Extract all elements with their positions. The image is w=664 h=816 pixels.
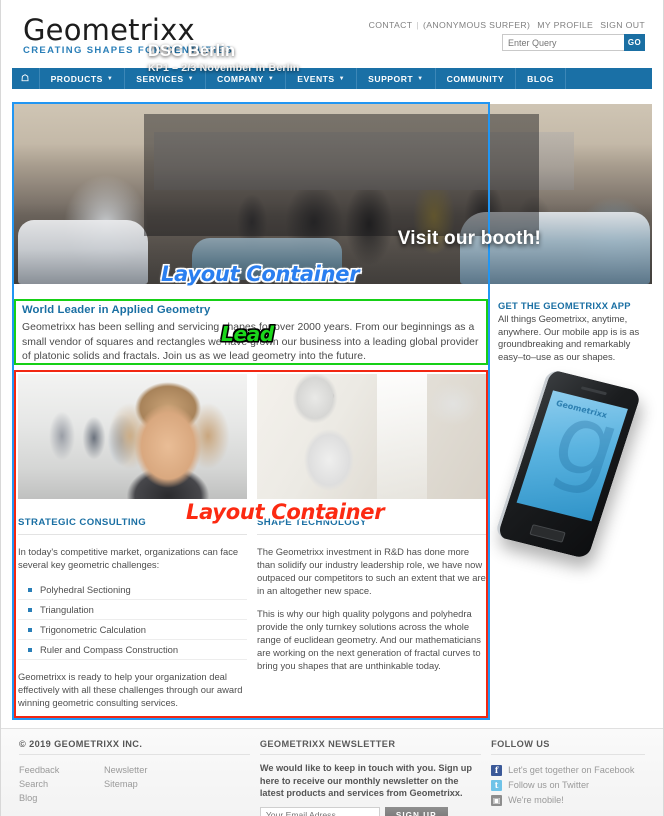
nav-label: EVENTS xyxy=(297,73,335,84)
footer-link-groups: Feedback Search Blog Newsletter Sitemap xyxy=(19,763,250,805)
mobile-icon: ▣ xyxy=(491,795,503,806)
column-strategic-consulting: STRATEGIC CONSULTING In today's competit… xyxy=(18,374,247,709)
nav-item-products[interactable]: PRODUCTS ▼ xyxy=(40,68,126,89)
contact-link[interactable]: CONTACT xyxy=(369,20,413,30)
consulting-photo xyxy=(18,374,247,499)
consulting-photo-image xyxy=(18,374,247,499)
challenges-list: Polyhedral Sectioning Triangulation Trig… xyxy=(18,580,247,660)
list-item-label: Triangulation xyxy=(40,604,94,615)
chevron-down-icon: ▼ xyxy=(187,75,195,82)
hero-title: DSC Berlin xyxy=(148,42,236,60)
list-item-label: Ruler and Compass Construction xyxy=(40,644,179,655)
chevron-down-icon: ▼ xyxy=(417,75,424,82)
nav-label: COMPANY xyxy=(217,73,264,84)
phone-body: g Geometrixx xyxy=(494,368,642,560)
chevron-down-icon: ▼ xyxy=(338,75,346,82)
hero-cta-text: Visit our booth! xyxy=(397,228,541,249)
utility-links: CONTACT | (ANONYMOUS SURFER) MY PROFILE SIGN… xyxy=(369,20,645,30)
footer-column-follow: FOLLOW US f Let's get together on Facebo… xyxy=(491,739,645,816)
nav-spacer xyxy=(1,89,663,102)
list-item-label: Trigonometric Calculation xyxy=(40,624,146,635)
column-outro-text: Geometrixx is ready to help your organiz… xyxy=(18,671,243,708)
nav-label: SUPPORT xyxy=(368,73,414,84)
newsletter-heading: GEOMETRIXX NEWSLETTER xyxy=(259,739,482,755)
home-icon: ☖ xyxy=(21,73,30,83)
social-link-facebook[interactable]: f Let's get together on Facebook xyxy=(491,763,645,778)
column-paragraph-2: This is why our high quality polygons an… xyxy=(257,608,481,671)
social-link-label: We're mobile! xyxy=(508,795,564,805)
facebook-icon: f xyxy=(491,765,503,776)
nav-item-blog[interactable]: BLOG xyxy=(516,68,566,89)
list-item[interactable]: Ruler and Compass Construction xyxy=(18,640,247,660)
footer-link-newsletter[interactable]: Newsletter xyxy=(104,763,189,777)
chevron-down-icon: ▼ xyxy=(106,75,114,82)
footer-links-column-1: Feedback Search Blog xyxy=(19,763,104,805)
my-profile-link[interactable]: MY PROFILE xyxy=(537,20,593,30)
newsletter-email-input[interactable] xyxy=(259,806,380,816)
footer-link-search[interactable]: Search xyxy=(19,777,104,791)
phone-screen: g Geometrixx xyxy=(516,390,628,522)
sign-out-link[interactable]: SIGN OUT xyxy=(600,20,645,30)
carousel-indicator-dot[interactable] xyxy=(317,270,328,281)
nav-label: SERVICES xyxy=(136,73,184,84)
current-user-link[interactable]: (ANONYMOUS SURFER) xyxy=(423,20,530,30)
hero-subtitle: KP1 – 2/3 November in Berlin xyxy=(148,62,300,74)
column-heading: STRATEGIC CONSULTING xyxy=(18,517,247,535)
main-navigation: ☖ PRODUCTS ▼ SERVICES ▼ COMPANY ▼ EVENTS… xyxy=(12,68,652,89)
site-footer: © 2019 GEOMETRIXX INC. Feedback Search B… xyxy=(1,728,663,816)
footer-column-copyright: © 2019 GEOMETRIXX INC. Feedback Search B… xyxy=(19,739,250,816)
footer-link-blog[interactable]: Blog xyxy=(19,791,104,805)
social-links: f Let's get together on Facebook t Follo… xyxy=(491,763,645,808)
column-heading: SHAPE TECHNOLOGY xyxy=(257,517,486,535)
newsletter-signup-button[interactable]: SIGN UP xyxy=(384,806,448,816)
list-item[interactable]: Triangulation xyxy=(18,600,247,620)
phone-home-button xyxy=(529,524,566,543)
two-column-parsys: STRATEGIC CONSULTING In today's competit… xyxy=(18,374,486,709)
social-link-twitter[interactable]: t Follow us on Twitter xyxy=(491,778,645,793)
footer-links-column-2: Newsletter Sitemap xyxy=(104,763,189,805)
list-item[interactable]: Trigonometric Calculation xyxy=(18,620,247,640)
twitter-icon: t xyxy=(491,780,503,791)
footer-copyright: © 2019 GEOMETRIXX INC. xyxy=(19,739,250,755)
lead-component: World Leader in Applied Geometry Geometr… xyxy=(16,301,486,367)
phone-speaker xyxy=(580,386,608,396)
phone-mockup-image: g Geometrixx xyxy=(494,368,646,562)
newsletter-body: We would like to keep in touch with you.… xyxy=(259,763,473,798)
search-go-button[interactable]: GO xyxy=(624,34,645,51)
column-shape-technology: SHAPE TECHNOLOGY The Geometrixx investme… xyxy=(257,374,486,709)
footer-link-sitemap[interactable]: Sitemap xyxy=(104,777,189,791)
column-intro-text: In today's competitive market, organizat… xyxy=(18,546,239,570)
app-promo-body: All things Geometrixx, anytime, anywhere… xyxy=(498,313,640,362)
newsletter-form: SIGN UP xyxy=(259,806,481,816)
follow-heading: FOLLOW US xyxy=(491,739,645,755)
lead-heading: World Leader in Applied Geometry xyxy=(22,304,211,316)
nav-label: COMMUNITY xyxy=(446,73,505,84)
nav-item-home[interactable]: ☖ xyxy=(12,68,40,89)
site-header: Geometrixx CREATING SHAPES FOR CENTURIES… xyxy=(1,0,663,68)
social-link-label: Let's get together on Facebook xyxy=(508,765,635,775)
util-separator: | xyxy=(416,20,420,30)
list-item-label: Polyhedral Sectioning xyxy=(40,584,131,595)
social-link-label: Follow us on Twitter xyxy=(508,780,590,790)
cleanroom-photo xyxy=(257,374,486,499)
sidebar-app-promo: GET THE GEOMETRIXX APP All things Geomet… xyxy=(498,300,656,363)
search-form: GO xyxy=(502,34,645,51)
footer-link-feedback[interactable]: Feedback xyxy=(19,763,104,777)
page-root: Geometrixx CREATING SHAPES FOR CENTURIES… xyxy=(0,0,664,816)
footer-column-newsletter: GEOMETRIXX NEWSLETTER We would like to k… xyxy=(259,739,482,816)
social-link-mobile[interactable]: ▣ We're mobile! xyxy=(491,793,645,808)
nav-filler xyxy=(566,68,652,89)
list-item[interactable]: Polyhedral Sectioning xyxy=(18,580,247,600)
nav-label: PRODUCTS xyxy=(50,73,103,84)
lead-body: Geometrixx has been selling and servicin… xyxy=(22,322,479,363)
cleanroom-photo-image xyxy=(257,374,486,499)
nav-item-community[interactable]: COMMUNITY xyxy=(436,68,517,89)
nav-item-support[interactable]: SUPPORT ▼ xyxy=(357,68,436,89)
nav-label: BLOG xyxy=(527,73,554,84)
app-promo-heading: GET THE GEOMETRIXX APP xyxy=(498,300,631,311)
search-input[interactable] xyxy=(502,34,624,51)
column-paragraph-1: The Geometrixx investment in R&D has don… xyxy=(257,546,486,596)
chevron-down-icon: ▼ xyxy=(267,75,275,82)
